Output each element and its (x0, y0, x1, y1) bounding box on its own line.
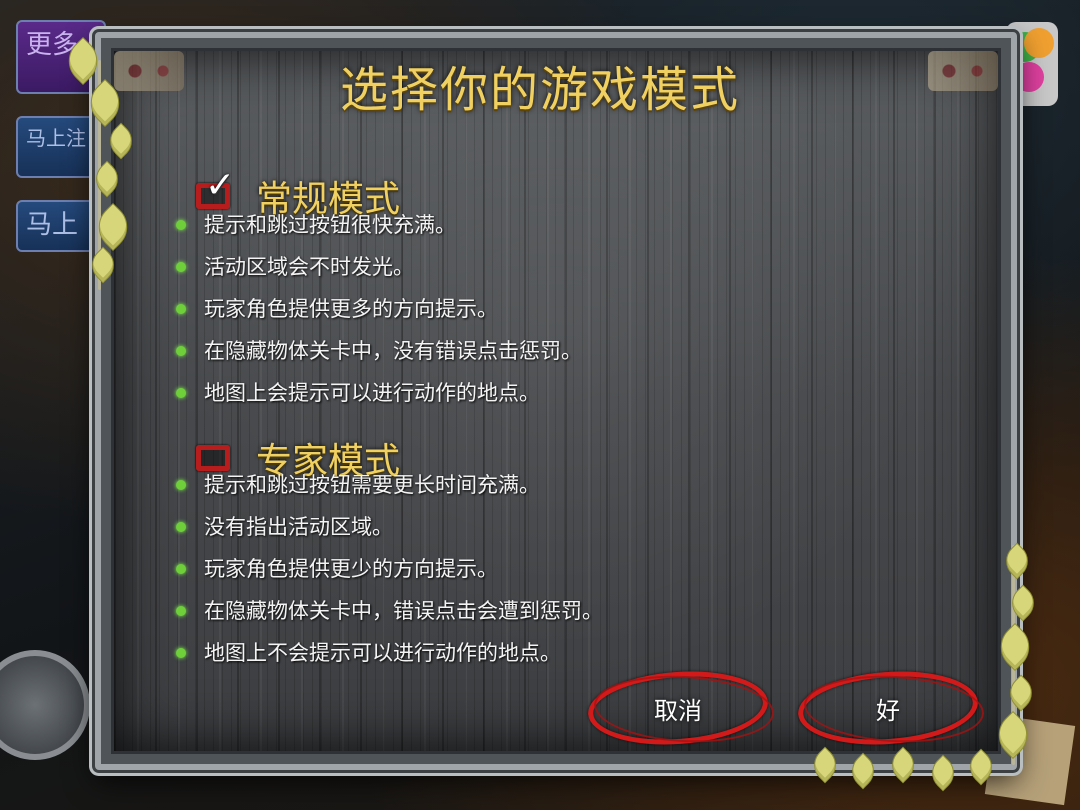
bullet-dot-icon (176, 346, 186, 356)
bullet-dot-icon (176, 522, 186, 532)
cancel-button-label: 取消 (654, 696, 702, 725)
register-button-large: 马上 (16, 200, 106, 252)
register-button-small: 马上注 (16, 116, 106, 178)
list-item: 活动区域会不时发光。 (176, 246, 582, 288)
bullet-dot-icon (176, 220, 186, 230)
list-item: 提示和跳过按钮需要更长时间充满。 (176, 464, 603, 506)
feature-text: 地图上会提示可以进行动作的地点。 (204, 381, 540, 405)
bullet-dot-icon (176, 564, 186, 574)
bullet-dot-icon (176, 304, 186, 314)
feature-text: 活动区域会不时发光。 (204, 255, 414, 279)
bullet-dot-icon (176, 262, 186, 272)
feature-text: 在隐藏物体关卡中，没有错误点击惩罚。 (204, 339, 582, 363)
list-item: 没有指出活动区域。 (176, 506, 603, 548)
list-item: 玩家角色提供更多的方向提示。 (176, 288, 582, 330)
feature-text: 地图上不会提示可以进行动作的地点。 (204, 641, 561, 665)
feature-text: 提示和跳过按钮很快充满。 (204, 213, 456, 237)
checkmark-icon: ✓ (205, 165, 236, 206)
feature-text: 玩家角色提供更多的方向提示。 (204, 297, 498, 321)
normal-mode-feature-list: 提示和跳过按钮很快充满。 活动区域会不时发光。 玩家角色提供更多的方向提示。 在… (176, 204, 582, 414)
cancel-button[interactable]: 取消 (585, 665, 776, 751)
expert-mode-feature-list: 提示和跳过按钮需要更长时间充满。 没有指出活动区域。 玩家角色提供更少的方向提示… (176, 464, 603, 674)
bullet-dot-icon (176, 480, 186, 490)
list-item: 在隐藏物体关卡中，没有错误点击惩罚。 (176, 330, 582, 372)
detective-badge-icon (0, 650, 90, 760)
list-item: 地图上不会提示可以进行动作的地点。 (176, 632, 603, 674)
list-item: 地图上会提示可以进行动作的地点。 (176, 372, 582, 414)
ok-button[interactable]: 好 (795, 665, 986, 751)
list-item: 玩家角色提供更少的方向提示。 (176, 548, 603, 590)
feature-text: 提示和跳过按钮需要更长时间充满。 (204, 473, 540, 497)
bullet-dot-icon (176, 648, 186, 658)
feature-text: 在隐藏物体关卡中，错误点击会遭到惩罚。 (204, 599, 603, 623)
list-item: 在隐藏物体关卡中，错误点击会遭到惩罚。 (176, 590, 603, 632)
ok-button-label: 好 (876, 696, 900, 725)
bullet-dot-icon (176, 388, 186, 398)
bullet-dot-icon (176, 606, 186, 616)
dialog-title: 选择你的游戏模式 (339, 62, 740, 118)
list-item: 提示和跳过按钮很快充满。 (176, 204, 582, 246)
feature-text: 没有指出活动区域。 (204, 515, 393, 539)
feature-text: 玩家角色提供更少的方向提示。 (204, 557, 498, 581)
